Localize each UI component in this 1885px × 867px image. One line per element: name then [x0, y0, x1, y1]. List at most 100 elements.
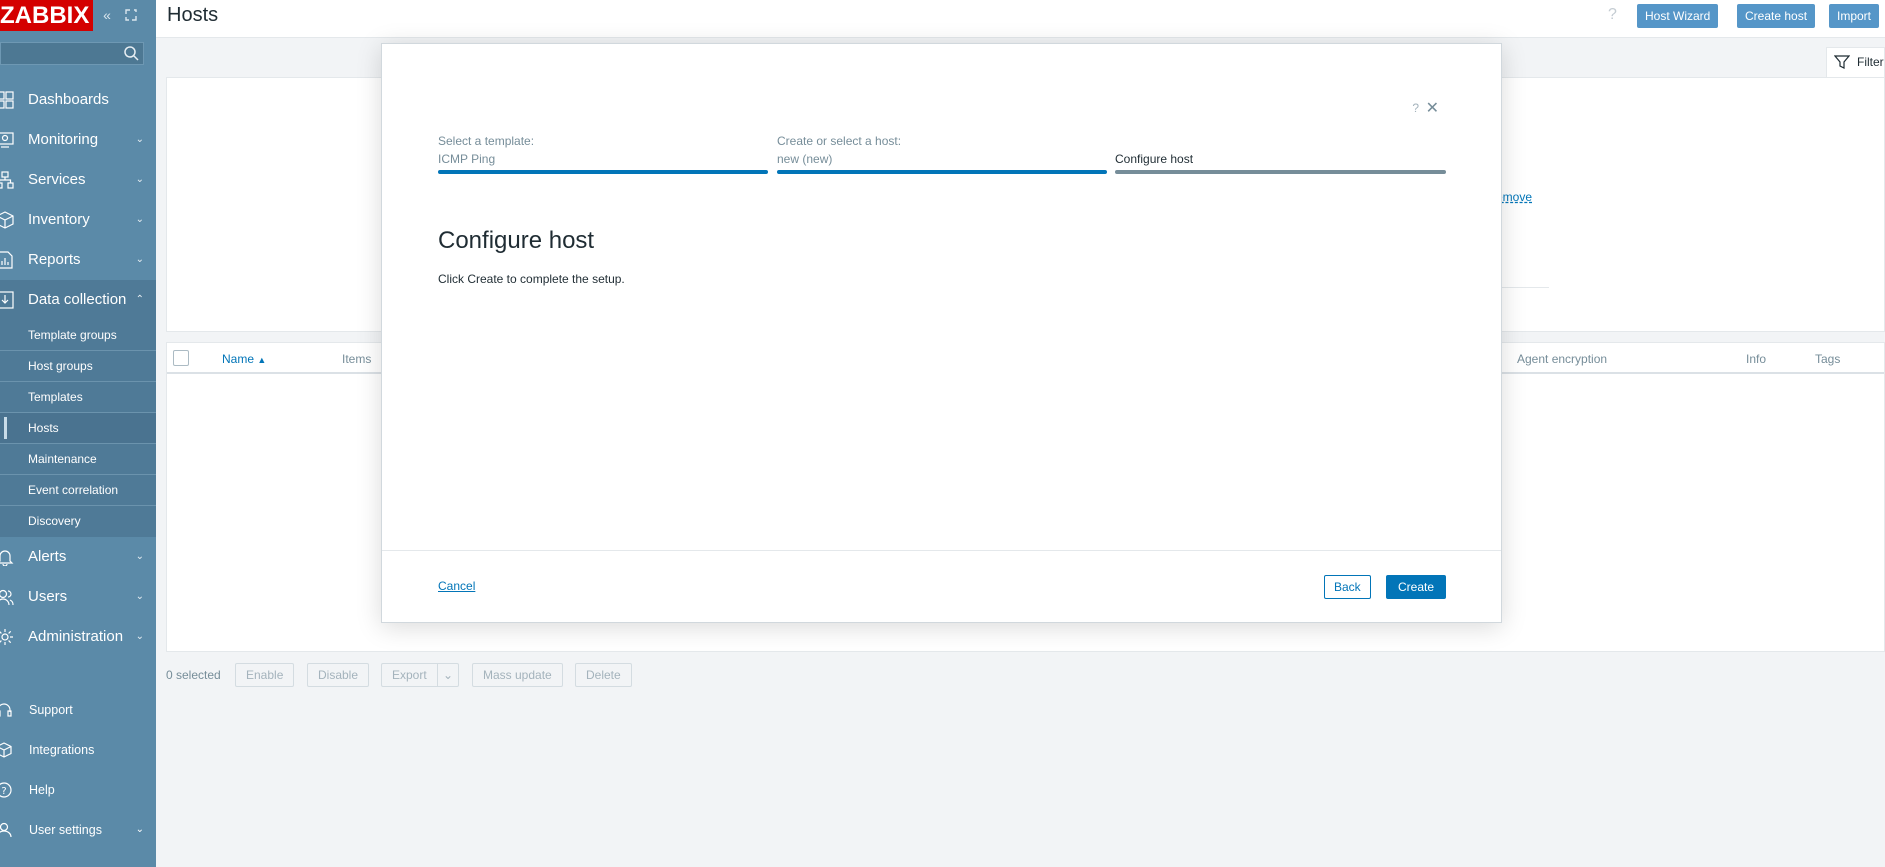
nav-item-data-collection[interactable]: Data collection ⌃ — [0, 280, 156, 320]
nav-item-services[interactable]: Services ⌄ — [0, 160, 156, 200]
nav-item-label: Help — [29, 783, 55, 797]
chevron-down-icon: ⌄ — [443, 668, 454, 682]
step-value: Configure host — [1115, 152, 1194, 166]
nav-item-inventory[interactable]: Inventory ⌄ — [0, 200, 156, 240]
sidebar-subitem-templates[interactable]: Templates — [0, 382, 156, 413]
step-progress-bar — [1115, 170, 1446, 174]
nav-item-monitoring[interactable]: Monitoring ⌄ — [0, 120, 156, 160]
cancel-link[interactable]: Cancel — [438, 579, 475, 593]
wizard-step-template: Select a template: ICMP Ping — [438, 134, 768, 174]
mass-update-button[interactable]: Mass update — [472, 663, 563, 687]
nav-item-dashboards[interactable]: Dashboards — [0, 80, 156, 120]
divider — [1495, 287, 1549, 288]
import-button[interactable]: Import — [1829, 4, 1880, 28]
nav-item-label: Alerts — [28, 548, 67, 565]
column-items[interactable]: Items — [342, 352, 371, 366]
dialog-message: Click Create to complete the setup. — [438, 272, 625, 286]
column-info: Info — [1746, 352, 1767, 366]
sidebar-subitem-hosts[interactable]: Hosts — [0, 413, 156, 444]
chevron-down-icon: ⌄ — [135, 591, 144, 602]
nav-item-label: Monitoring — [28, 131, 99, 148]
nav-item-label: Inventory — [28, 211, 90, 228]
delete-button[interactable]: Delete — [575, 663, 632, 687]
sidebar-subitem-maintenance[interactable]: Maintenance — [0, 444, 156, 475]
divider — [382, 550, 1501, 551]
bell-icon — [0, 550, 14, 566]
dialog-heading: Configure host — [438, 227, 595, 254]
help-circle-icon: ? — [0, 782, 12, 798]
bottom-nav: Support Integrations ? Help User setting… — [0, 690, 156, 850]
sidebar-subitem-host-groups[interactable]: Host groups — [0, 351, 156, 382]
nav-item-label: Data collection — [28, 291, 127, 308]
page-title: Hosts — [167, 4, 219, 26]
data-collection-submenu: Template groups Host groups Templates Ho… — [0, 320, 156, 537]
users-icon — [0, 589, 14, 606]
nav-item-label: Support — [29, 703, 73, 717]
nav-item-user-settings[interactable]: User settings ⌄ — [0, 810, 156, 850]
enable-button[interactable]: Enable — [235, 663, 295, 687]
create-host-button[interactable]: Create host — [1737, 4, 1816, 28]
page-header: Hosts ? Host Wizard Create host Import — [156, 0, 1885, 38]
nav-item-support[interactable]: Support — [0, 690, 156, 730]
chevron-down-icon: ⌄ — [135, 631, 144, 642]
chevron-down-icon: ⌄ — [135, 174, 144, 185]
step-title: Select a template: — [438, 134, 535, 148]
nav-item-label: Integrations — [29, 743, 95, 757]
hierarchy-icon — [0, 171, 14, 189]
sidebar-subitem-discovery[interactable]: Discovery — [0, 506, 156, 537]
step-progress-bar — [777, 170, 1107, 174]
sidebar-subitem-event-correlation[interactable]: Event correlation — [0, 475, 156, 506]
host-wizard-button[interactable]: Host Wizard — [1637, 4, 1719, 28]
sidebar: ZABBIX « Dashboards Monitoring ⌄ Service… — [0, 0, 156, 867]
headset-icon — [0, 703, 12, 717]
filter-tab-label: Filter — [1857, 55, 1884, 69]
chevrons-left-icon[interactable]: « — [98, 6, 116, 24]
column-agent-encryption[interactable]: Agent encryption — [1517, 352, 1607, 366]
select-all-checkbox[interactable] — [173, 350, 189, 366]
column-name[interactable]: Name ▲ — [222, 352, 266, 366]
download-icon — [0, 291, 14, 309]
svg-text:?: ? — [1, 786, 6, 797]
selected-count: 0 selected — [166, 668, 221, 682]
dialog-help-icon[interactable]: ? — [1412, 101, 1419, 115]
create-button[interactable]: Create — [1386, 575, 1447, 599]
nav-item-label: Services — [28, 171, 86, 188]
search-icon[interactable] — [123, 45, 140, 62]
nav-item-label: User settings — [29, 823, 102, 837]
dashboard-grid-icon — [0, 91, 14, 109]
chevron-down-icon: ⌄ — [135, 551, 144, 562]
nav-item-reports[interactable]: Reports ⌄ — [0, 240, 156, 280]
disable-button[interactable]: Disable — [307, 663, 370, 687]
chevron-down-icon: ⌄ — [135, 254, 144, 265]
host-wizard-dialog: ? ✕ Select a template: ICMP Ping Create … — [381, 43, 1502, 623]
chevron-up-icon: ⌃ — [135, 294, 144, 305]
export-button[interactable]: Export — [381, 663, 437, 687]
filter-icon — [1834, 55, 1850, 69]
wizard-steps: Select a template: ICMP Ping Create or s… — [438, 134, 1446, 174]
export-dropdown-toggle[interactable]: ⌄ — [437, 663, 460, 687]
back-button[interactable]: Back — [1324, 575, 1371, 599]
help-icon[interactable]: ? — [1608, 6, 1617, 24]
nav-item-alerts[interactable]: Alerts ⌄ — [0, 537, 156, 577]
nav-item-users[interactable]: Users ⌄ — [0, 577, 156, 617]
sidebar-subitem-template-groups[interactable]: Template groups — [0, 320, 156, 351]
sidebar-search-input[interactable] — [0, 42, 144, 65]
main-nav: Dashboards Monitoring ⌄ Services ⌄ Inven… — [0, 80, 156, 657]
monitor-icon — [0, 132, 14, 148]
nav-item-administration[interactable]: Administration ⌄ — [0, 617, 156, 657]
chevron-down-icon: ⌄ — [135, 824, 144, 835]
step-value: new (new) — [777, 152, 833, 166]
gear-icon — [0, 629, 13, 645]
nav-item-label: Users — [28, 588, 68, 605]
wizard-step-configure: Configure host — [1115, 134, 1446, 174]
nav-item-help[interactable]: ? Help — [0, 770, 156, 810]
nav-item-integrations[interactable]: Integrations — [0, 730, 156, 770]
column-tags: Tags — [1815, 352, 1841, 366]
nav-item-label: Reports — [28, 251, 81, 268]
expand-icon[interactable] — [122, 6, 140, 24]
filter-tab[interactable]: Filter — [1826, 47, 1885, 77]
close-icon[interactable]: ✕ — [1426, 98, 1439, 118]
zabbix-logo[interactable]: ZABBIX — [0, 0, 94, 31]
box-icon — [0, 211, 14, 229]
step-progress-bar — [438, 170, 768, 174]
